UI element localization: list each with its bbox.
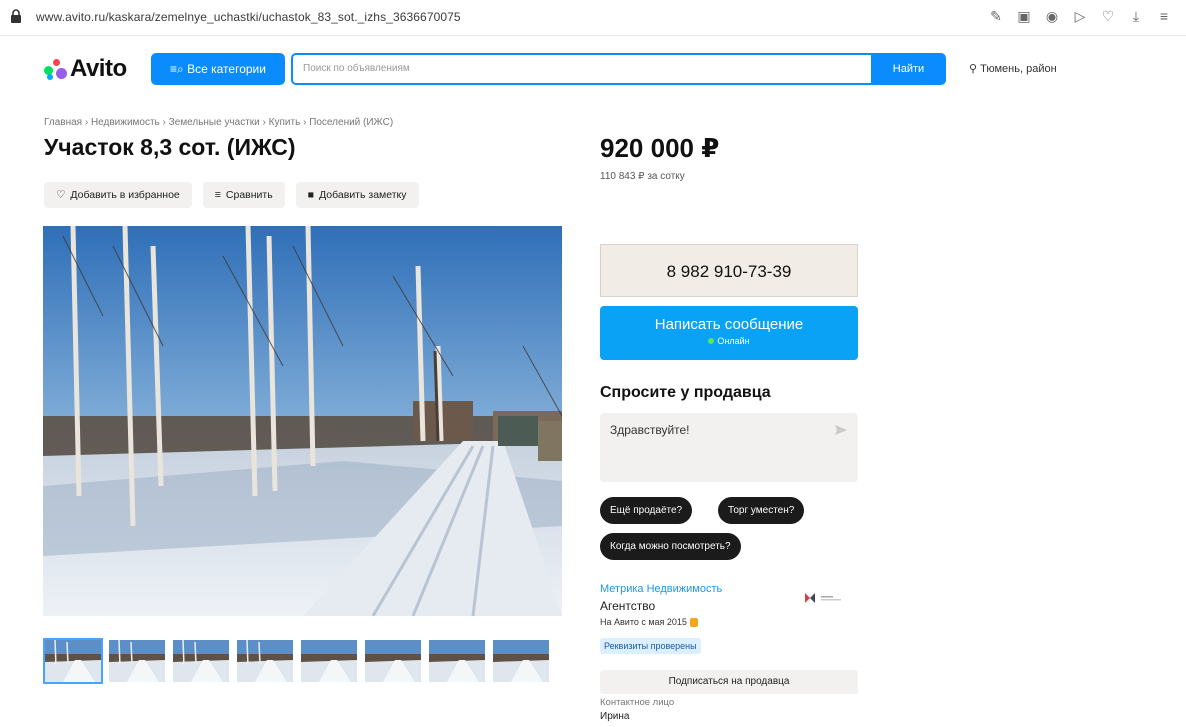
seller-name-link[interactable]: Метрика Недвижимость bbox=[600, 583, 722, 595]
breadcrumb-item[interactable]: Поселений (ИЖС) bbox=[309, 117, 393, 128]
photo-thumbnail[interactable] bbox=[299, 638, 359, 684]
subscribe-seller-button[interactable]: Подписаться на продавца bbox=[600, 670, 858, 694]
photo-thumbnail[interactable] bbox=[43, 638, 103, 684]
ask-seller-title: Спросите у продавца bbox=[600, 384, 771, 401]
browser-address-bar: www.avito.ru/kaskara/zemelnye_uchastki/u… bbox=[0, 0, 1186, 36]
photo-thumbnail[interactable] bbox=[363, 638, 423, 684]
heart-icon[interactable]: ♡ bbox=[1100, 8, 1116, 24]
note-label: Добавить заметку bbox=[319, 189, 407, 201]
breadcrumb-item[interactable]: Недвижимость bbox=[91, 117, 160, 128]
main-photo[interactable] bbox=[43, 226, 562, 616]
breadcrumb: Главная › Недвижимость › Земельные участ… bbox=[44, 117, 394, 128]
page-title: Участок 8,3 сот. (ИЖС) bbox=[44, 134, 296, 160]
quick-question-chip[interactable]: Когда можно посмотреть? bbox=[600, 533, 741, 560]
logo-dots-icon bbox=[44, 58, 67, 80]
seller-type: Агентство bbox=[600, 599, 656, 613]
contact-person-label: Контактное лицо bbox=[600, 697, 675, 708]
photo-thumbnail[interactable] bbox=[491, 638, 551, 684]
location-label: Тюмень, район bbox=[980, 63, 1057, 75]
since-text: На Авито с мая 2015 bbox=[600, 617, 687, 627]
location-selector[interactable]: ⚲ Тюмень, район bbox=[969, 62, 1057, 75]
quick-question-chip[interactable]: Торг уместен? bbox=[718, 497, 805, 524]
message-label: Написать сообщение bbox=[654, 316, 804, 333]
online-dot-icon bbox=[708, 338, 715, 344]
lock-icon bbox=[11, 9, 21, 23]
seller-logo[interactable] bbox=[805, 590, 853, 606]
send-icon[interactable]: ▷ bbox=[1072, 8, 1088, 24]
photo-thumbnail[interactable] bbox=[235, 638, 295, 684]
online-status: Онлайн bbox=[600, 336, 858, 346]
all-categories-button[interactable]: ≡⌕ Все категории bbox=[151, 53, 285, 85]
logo-text: Avito bbox=[70, 55, 127, 82]
url-text[interactable]: www.avito.ru/kaskara/zemelnye_uchastki/u… bbox=[36, 10, 461, 24]
shield-icon[interactable]: ◉ bbox=[1044, 8, 1060, 24]
categories-icon: ≡⌕ bbox=[170, 62, 184, 76]
medal-icon bbox=[689, 617, 698, 627]
price: 920 000 ₽ bbox=[600, 133, 720, 163]
location-pin-icon: ⚲ bbox=[969, 63, 978, 75]
categories-label: Все категории bbox=[187, 62, 266, 76]
photo-thumbnails bbox=[43, 638, 551, 684]
online-label: Онлайн bbox=[717, 336, 750, 346]
send-icon[interactable] bbox=[834, 423, 848, 437]
ask-message-text: Здравствуйте! bbox=[610, 423, 690, 437]
compare-label: Сравнить bbox=[225, 189, 273, 201]
verified-badge: Реквизиты проверены bbox=[600, 638, 701, 654]
photo-thumbnail[interactable] bbox=[107, 638, 167, 684]
avito-logo[interactable]: Avito bbox=[44, 55, 127, 83]
show-phone-button[interactable]: 8 982 910-73-39 bbox=[600, 244, 858, 297]
search-input[interactable]: Поиск по объявлениям bbox=[291, 53, 873, 85]
search-button[interactable]: Найти bbox=[871, 53, 946, 85]
seller-since: На Авито с мая 2015 bbox=[600, 617, 698, 627]
breadcrumb-item[interactable]: Земельные участки bbox=[169, 117, 260, 128]
add-note-button[interactable]: ■ Добавить заметку bbox=[295, 182, 419, 208]
price-per-sotka: 110 843 ₽ за сотку bbox=[600, 171, 685, 182]
camera-icon[interactable]: ▣ bbox=[1016, 8, 1032, 24]
breadcrumb-item[interactable]: Главная bbox=[44, 117, 82, 128]
favorite-label: Добавить в избранное bbox=[70, 189, 180, 201]
compare-button[interactable]: ≡ Сравнить bbox=[202, 182, 285, 208]
note-icon: ■ bbox=[307, 189, 315, 201]
heart-icon: ♡ bbox=[56, 189, 66, 201]
download-icon[interactable]: ⤓ bbox=[1128, 8, 1144, 24]
menu-icon[interactable]: ≡ bbox=[1156, 8, 1172, 24]
photo-thumbnail[interactable] bbox=[171, 638, 231, 684]
ask-message-input[interactable]: Здравствуйте! bbox=[600, 413, 858, 482]
photo-thumbnail[interactable] bbox=[427, 638, 487, 684]
edit-icon[interactable]: ✎ bbox=[988, 8, 1004, 24]
contact-person-name: Ирина bbox=[600, 711, 630, 722]
breadcrumb-item[interactable]: Купить bbox=[269, 117, 301, 128]
write-message-button[interactable]: Написать сообщение Онлайн bbox=[600, 306, 858, 360]
add-favorite-button[interactable]: ♡ Добавить в избранное bbox=[44, 182, 192, 208]
compare-icon: ≡ bbox=[214, 189, 221, 201]
quick-question-chip[interactable]: Ещё продаёте? bbox=[600, 497, 693, 524]
